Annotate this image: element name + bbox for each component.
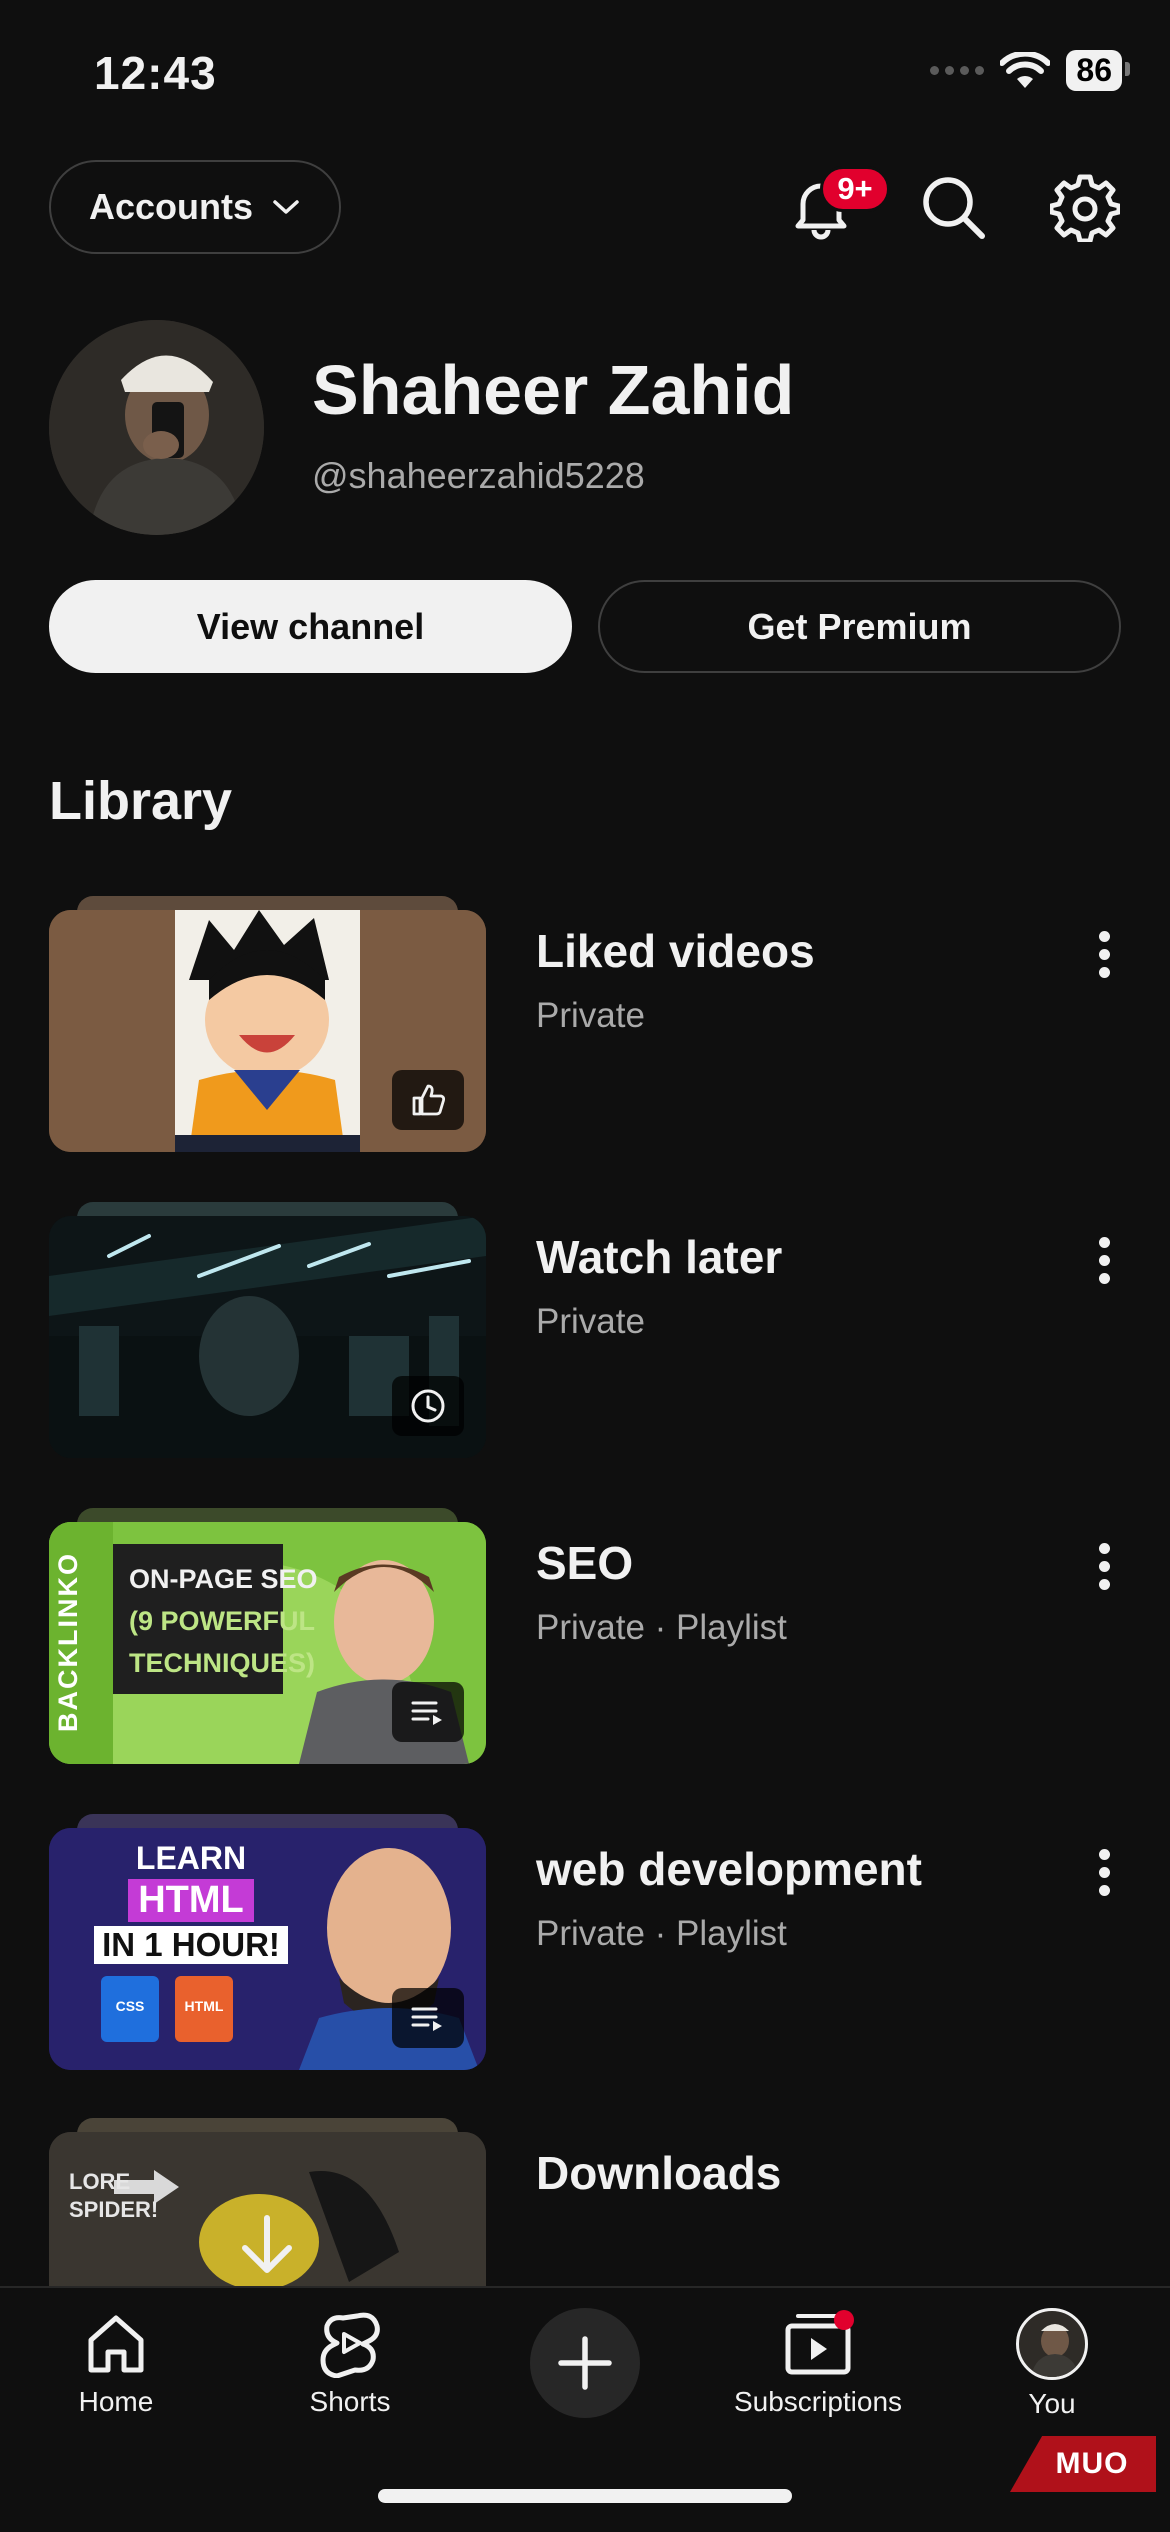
thumb-text-line: LEARN [135,1840,247,1876]
library-item-seo[interactable]: BACKLINKO ON-PAGE SEO (9 POWERFUL TECHNI… [49,1508,1129,1764]
nav-you-label: You [1028,2388,1076,2419]
library-item-watch-later[interactable]: Watch later Private [49,1202,1129,1458]
library-item-subtitle: Private · Playlist [536,1608,787,1647]
status-indicators: 86 [930,50,1130,91]
nav-shorts-label: Shorts [309,2386,391,2417]
battery-indicator: 86 [1066,50,1130,91]
watch-later-thumbnail [49,1202,486,1458]
chevron-down-icon [273,200,299,214]
css-badge-label: CSS [115,1998,145,2014]
seo-thumbnail: BACKLINKO ON-PAGE SEO (9 POWERFUL TECHNI… [49,1508,486,1764]
accounts-label: Accounts [88,186,254,227]
library-item-title: Liked videos [536,925,815,977]
profile-name: Shaheer Zahid [312,351,795,429]
thumb-vertical-text: BACKLINKO [53,1552,83,1732]
clock-icon [392,1376,464,1436]
playlist-icon [392,1988,464,2048]
you-avatar-icon [1016,2308,1088,2380]
thumbs-up-icon [392,1070,464,1130]
library-item-title: Downloads [536,2147,782,2199]
library-item-subtitle: Private [536,996,645,1035]
thumb-text-line: SPIDER! [69,2197,159,2222]
library-item-title: SEO [536,1537,634,1589]
playlist-icon [392,1682,464,1742]
liked-videos-thumbnail [49,896,486,1152]
library-item-liked-videos[interactable]: Liked videos Private [49,896,1129,1152]
accounts-button[interactable]: Accounts [49,160,341,254]
home-indicator[interactable] [378,2489,792,2503]
status-time: 12:43 [94,47,217,99]
thumb-text-line: HTML [128,1879,254,1922]
more-options-icon[interactable] [1079,1536,1129,1596]
profile-avatar[interactable] [49,320,264,535]
more-options-icon[interactable] [1079,1230,1129,1290]
cellular-signal-icon [930,66,985,75]
notification-badge: 9+ [820,166,890,212]
subscriptions-icon [785,2310,854,2375]
thumb-text-line: ON-PAGE SEO [129,1564,318,1594]
download-icon [242,2215,292,2273]
view-channel-button[interactable]: View channel [49,580,572,673]
library-heading: Library [49,771,233,831]
library-item-web-development[interactable]: LEARN HTML IN 1 HOUR! CSS HTML web devel… [49,1814,1129,2070]
nav-you[interactable]: You [952,2308,1152,2420]
gear-icon[interactable] [1050,172,1120,242]
app-screen: 12:43 86 Accounts 9+ Shaheer Zahid @shah… [0,0,1170,2532]
nav-subscriptions[interactable]: Subscriptions [718,2308,918,2418]
more-options-icon[interactable] [1079,924,1129,984]
html-badge-label: HTML [184,1998,224,2014]
web-development-thumbnail: LEARN HTML IN 1 HOUR! CSS HTML [49,1814,486,2070]
home-icon [88,2315,144,2373]
get-premium-button[interactable]: Get Premium [598,580,1121,673]
library-item-title: web development [536,1843,922,1895]
library-item-subtitle: Private [536,1302,645,1341]
thumb-text-line: IN 1 HOUR! [94,1926,288,1964]
search-icon[interactable] [918,172,988,242]
thumb-text-line: LORE [69,2169,131,2194]
nav-home-label: Home [78,2386,154,2417]
wifi-icon [1000,51,1051,88]
nav-shorts[interactable]: Shorts [250,2308,450,2418]
profile-handle: @shaheerzahid5228 [312,455,645,496]
thumb-text-line: (9 POWERFUL [129,1606,315,1636]
library-item-subtitle: Private · Playlist [536,1914,787,1953]
more-options-icon[interactable] [1079,1842,1129,1902]
shorts-icon [320,2312,380,2378]
thumb-text-line: TECHNIQUES) [129,1648,316,1678]
nav-subscriptions-label: Subscriptions [733,2386,903,2417]
plus-icon [558,2336,612,2390]
library-item-title: Watch later [536,1231,783,1283]
nav-home[interactable]: Home [16,2308,216,2418]
create-button[interactable] [530,2308,640,2418]
